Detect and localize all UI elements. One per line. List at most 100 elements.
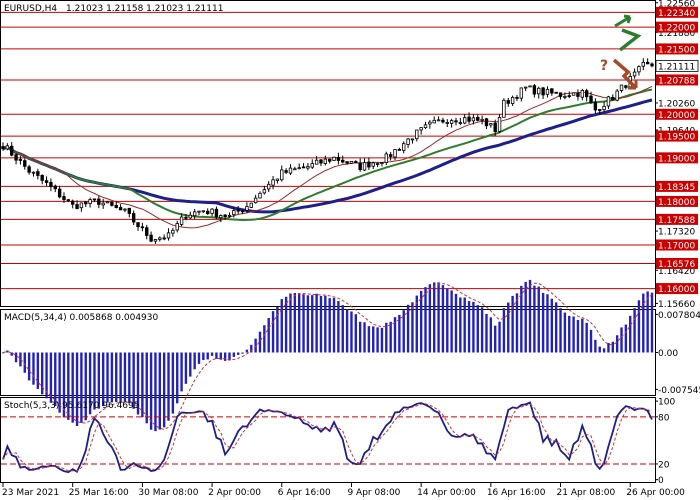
macd-bar: [128, 352, 131, 404]
macd-bar: [54, 352, 57, 407]
macd-bar: [389, 321, 392, 353]
macd-bar: [559, 308, 562, 353]
candle: [528, 85, 532, 88]
macd-bar: [419, 290, 423, 353]
current-price-label: 1.21111: [658, 62, 695, 72]
candle: [615, 88, 619, 102]
macd-bar: [646, 291, 649, 353]
macd-bar: [650, 292, 654, 353]
macd-bar: [594, 339, 597, 353]
level-label: 1.16000: [658, 285, 695, 295]
macd-bar: [241, 352, 244, 354]
macd-bar: [485, 313, 488, 353]
macd-bar: [511, 295, 514, 353]
macd-bar: [184, 352, 188, 384]
macd-bar: [302, 294, 305, 353]
level-label: 1.20788: [658, 76, 695, 86]
macd-bar: [189, 352, 192, 377]
time-tick-label: 2 Apr 00:00: [208, 488, 261, 498]
macd-bar: [324, 295, 327, 353]
macd-bar: [611, 341, 614, 353]
macd-bar: [237, 352, 240, 355]
macd-bar: [502, 308, 506, 353]
macd-bar: [428, 284, 432, 353]
macd-bar: [123, 352, 127, 402]
candle: [349, 160, 354, 164]
macd-bar: [572, 316, 575, 353]
macd-bar: [171, 352, 175, 414]
macd-bar: [380, 327, 384, 353]
time-tick-label: 9 Apr 08:00: [347, 488, 400, 498]
stoch-tick-label: 20: [658, 460, 670, 470]
macd-bar: [101, 352, 105, 407]
macd-bar: [507, 302, 510, 353]
macd-tick-label: 0.007804: [658, 311, 700, 321]
svg-text:EURUSD,H4 1.21023 1.21158: EURUSD,H4 1.21023 1.21158 1.21023 1.2111…: [4, 4, 223, 14]
macd-bar: [106, 352, 109, 403]
macd-bar: [245, 349, 249, 353]
level-label: 1.19500: [658, 133, 695, 143]
macd-bar: [176, 352, 179, 404]
macd-bar: [32, 352, 35, 385]
time-tick-label: 14 Apr 00:00: [417, 488, 476, 498]
macd-bar: [629, 315, 632, 353]
macd-bar: [433, 282, 436, 353]
macd-bar: [398, 314, 401, 353]
level-label: 1.19000: [658, 154, 695, 164]
macd-bar: [480, 307, 484, 353]
level-label: 1.20000: [658, 111, 695, 121]
macd-bar: [450, 290, 453, 353]
macd-bar: [293, 293, 297, 353]
macd-bar: [546, 294, 549, 353]
time-axis: 23 Mar 2021 25 Mar 16:00 30 Mar 08:00 2 Apr…: [2, 483, 685, 498]
macd-bar: [454, 293, 458, 353]
candle: [554, 91, 558, 94]
candle: [502, 98, 506, 118]
macd-bar: [193, 352, 196, 370]
macd-bar: [576, 319, 580, 353]
question-mark: ?: [600, 58, 608, 74]
stoch-title: Stoch(5,3,3) 95.6170 96.4695: [4, 401, 139, 411]
macd-bar: [23, 352, 26, 373]
macd-bar: [563, 312, 567, 353]
macd-bar: [472, 301, 475, 353]
macd-bar: [271, 311, 275, 353]
macd-bar: [602, 348, 606, 353]
macd-bar: [180, 352, 183, 392]
macd-bar: [27, 352, 31, 381]
macd-bar: [80, 352, 83, 423]
macd-bar: [202, 352, 205, 361]
price-tick-label: 1.20260: [658, 99, 695, 109]
macd-bar: [315, 293, 318, 353]
macd-bar: [376, 327, 379, 353]
macd-bar: [345, 309, 349, 353]
macd-bar: [637, 300, 641, 353]
candle: [249, 202, 253, 209]
time-tick-label: 21 Apr 08:00: [557, 488, 616, 498]
macd-bar: [463, 297, 466, 353]
macd-bar: [197, 352, 201, 364]
macd-bar: [354, 314, 358, 353]
macd-title: MACD(5,34,4) 0.005868 0.004930: [4, 313, 159, 323]
macd-bar: [319, 295, 323, 353]
macd-bar: [581, 318, 584, 353]
macd-bar: [515, 293, 519, 353]
macd-bar: [297, 293, 301, 353]
macd-bar: [206, 352, 209, 360]
macd-bar: [598, 346, 601, 353]
macd-bar: [14, 352, 18, 363]
macd-bar: [149, 352, 153, 430]
time-tick-label: 30 Mar 08:00: [138, 488, 198, 498]
time-tick-label: 23 Mar 2021: [2, 488, 59, 498]
macd-bar: [476, 305, 479, 353]
macd-bar: [524, 281, 527, 353]
macd-bar: [633, 308, 636, 353]
macd-bar: [385, 322, 388, 353]
macd-bar: [210, 352, 214, 356]
price-tick-label: 1.15660: [658, 300, 695, 310]
level-label: 1.22340: [658, 9, 695, 19]
candle: [571, 92, 576, 96]
price-panel: [0, 0, 656, 307]
macd-bar: [110, 352, 114, 402]
macd-bar: [289, 293, 292, 353]
